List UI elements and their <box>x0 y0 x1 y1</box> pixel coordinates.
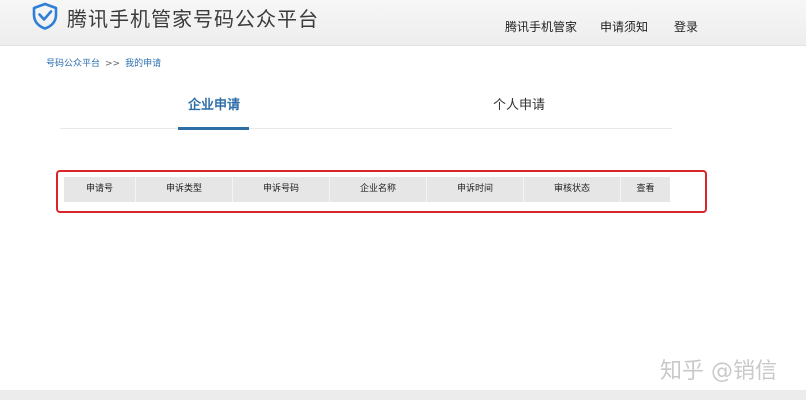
bottom-bar <box>0 390 806 400</box>
shield-check-icon <box>32 2 58 30</box>
breadcrumb-current: 我的申请 <box>125 59 162 69</box>
top-header: 腾讯手机管家号码公众平台 腾讯手机管家 申请须知 登录 <box>0 0 806 46</box>
breadcrumb-home[interactable]: 号码公众平台 <box>46 59 100 69</box>
tab-enterprise-application[interactable]: 企业申请 <box>188 94 240 113</box>
active-tab-indicator <box>178 127 249 130</box>
nav-link-login[interactable]: 登录 <box>674 18 698 35</box>
tabs-divider <box>60 128 672 129</box>
watermark-text: 知乎 @销信 <box>660 359 777 384</box>
brand-title: 腾讯手机管家号码公众平台 <box>67 7 319 31</box>
nav-link-application-notice[interactable]: 申请须知 <box>600 18 648 35</box>
breadcrumb: 号码公众平台 >> 我的申请 <box>46 56 161 69</box>
breadcrumb-separator: >> <box>105 59 121 69</box>
tab-personal-application[interactable]: 个人申请 <box>493 94 545 113</box>
highlight-annotation-box <box>56 170 707 213</box>
nav-link-tencent-manager[interactable]: 腾讯手机管家 <box>505 18 577 35</box>
